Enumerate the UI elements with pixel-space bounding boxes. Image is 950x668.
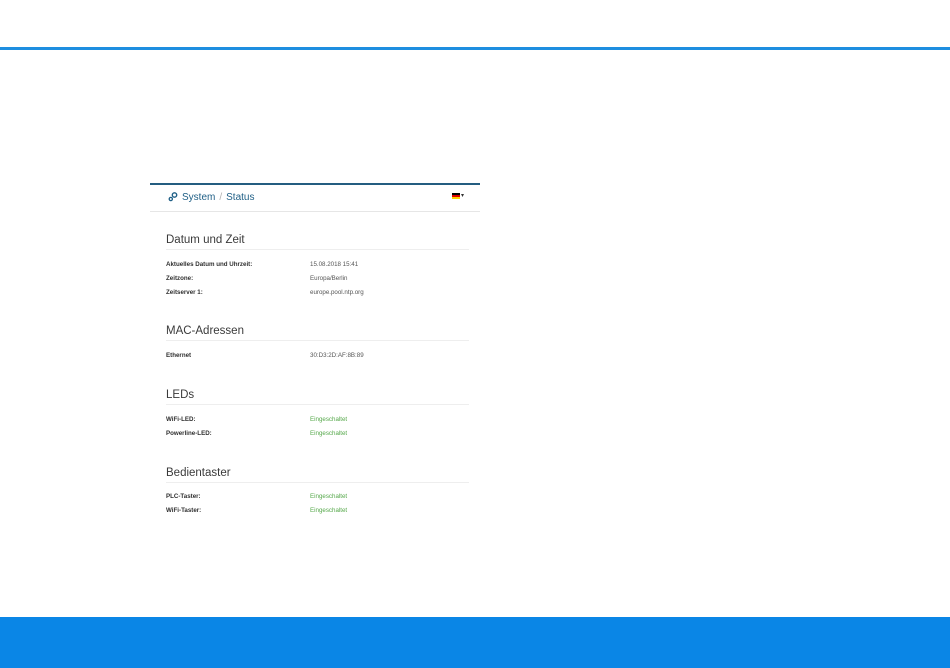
info-row-current-datetime: Aktuelles Datum und Uhrzeit: 15.08.2018 … bbox=[166, 260, 469, 270]
row-label: Zeitzone: bbox=[166, 275, 194, 282]
status-value: Eingeschaltet bbox=[310, 430, 348, 437]
row-label: PLC-Taster: bbox=[166, 493, 201, 500]
row-label: WiFi-LED: bbox=[166, 416, 196, 423]
status-value: Eingeschaltet bbox=[310, 493, 348, 500]
row-value: europe.pool.ntp.org bbox=[310, 289, 364, 296]
section-divider bbox=[166, 249, 469, 250]
row-label: Ethernet bbox=[166, 352, 192, 359]
row-value: Europa/Berlin bbox=[310, 275, 348, 282]
chevron-down-icon: ▾ bbox=[461, 193, 465, 199]
info-row-plc-button: PLC-Taster: Eingeschaltet bbox=[166, 492, 469, 502]
footer-band bbox=[0, 617, 950, 668]
status-value: Eingeschaltet bbox=[310, 416, 348, 423]
info-row-wifi-led: WiFi-LED: Eingeschaltet bbox=[166, 415, 469, 425]
section-divider bbox=[166, 340, 469, 341]
status-panel: System / Status ▾ Datum und Zeit Aktuell… bbox=[150, 183, 480, 533]
section-title-buttons: Bedientaster bbox=[166, 467, 231, 479]
breadcrumb-current: Status bbox=[226, 191, 255, 203]
settings-gears-icon bbox=[167, 191, 179, 203]
row-label: WiFi-Taster: bbox=[166, 507, 202, 514]
section-title-leds: LEDs bbox=[166, 389, 195, 401]
german-flag-icon bbox=[452, 193, 460, 199]
breadcrumb-system-link[interactable]: System bbox=[182, 192, 215, 203]
panel-header: System / Status ▾ bbox=[150, 185, 480, 212]
row-value: 30:D3:2D:AF:8B:89 bbox=[310, 352, 364, 359]
section-divider bbox=[166, 404, 469, 405]
info-row-wifi-button: WiFi-Taster: Eingeschaltet bbox=[166, 506, 469, 516]
breadcrumb-separator: / bbox=[219, 191, 223, 203]
info-row-timeserver: Zeitserver 1: europe.pool.ntp.org bbox=[166, 288, 469, 298]
language-selector[interactable]: ▾ bbox=[452, 193, 464, 199]
status-value: Eingeschaltet bbox=[310, 507, 348, 514]
row-label: Zeitserver 1: bbox=[166, 289, 203, 296]
section-title-mac: MAC-Adressen bbox=[166, 325, 244, 337]
breadcrumb: System / Status bbox=[167, 190, 254, 204]
row-value: 15.08.2018 15:41 bbox=[310, 261, 359, 268]
section-title-datetime: Datum und Zeit bbox=[166, 234, 245, 246]
info-row-ethernet-mac: Ethernet 30:D3:2D:AF:8B:89 bbox=[166, 351, 469, 361]
info-row-timezone: Zeitzone: Europa/Berlin bbox=[166, 274, 469, 284]
section-divider bbox=[166, 482, 469, 483]
row-label: Powerline-LED: bbox=[166, 430, 212, 437]
info-row-powerline-led: Powerline-LED: Eingeschaltet bbox=[166, 429, 469, 439]
row-label: Aktuelles Datum und Uhrzeit: bbox=[166, 261, 253, 268]
top-divider bbox=[0, 47, 950, 50]
